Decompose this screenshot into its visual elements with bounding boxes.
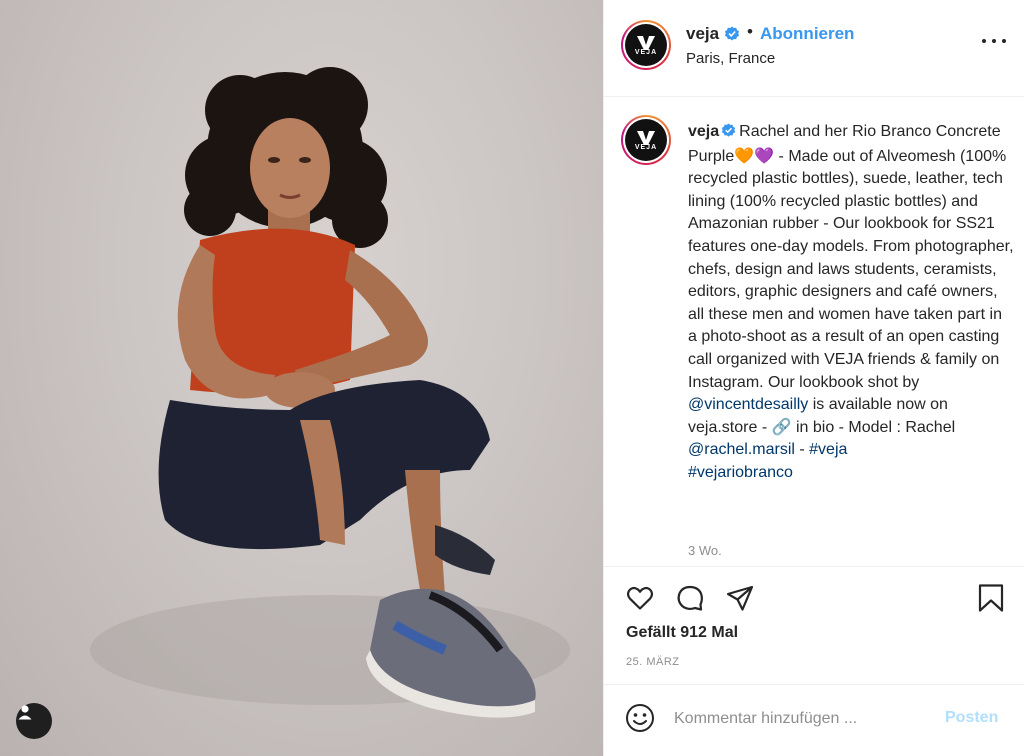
comment-divider bbox=[604, 684, 1024, 685]
link-emoji: 🔗 bbox=[771, 418, 792, 436]
verified-badge-icon bbox=[721, 123, 736, 146]
share-icon[interactable] bbox=[724, 582, 756, 614]
hashtag-link[interactable]: #vejariobranco bbox=[688, 464, 793, 481]
caption-divider bbox=[604, 566, 1024, 567]
post-location[interactable]: Paris, France bbox=[686, 50, 775, 67]
caption-text-5: - bbox=[794, 441, 810, 459]
post-caption: veja Rachel and her Rio Branco Concrete P… bbox=[688, 121, 1014, 485]
heart-icon[interactable] bbox=[624, 582, 656, 614]
post-date[interactable]: 25. MÄRZ bbox=[626, 656, 680, 668]
comment-icon[interactable] bbox=[674, 582, 706, 614]
user-tag-icon[interactable] bbox=[16, 703, 52, 739]
likes-count[interactable]: Gefällt 912 Mal bbox=[626, 624, 738, 642]
post-photo[interactable] bbox=[0, 0, 603, 756]
caption-avatar[interactable]: VEJA bbox=[621, 115, 671, 165]
avatar-logo-text: VEJA bbox=[634, 48, 658, 56]
emoji-icon[interactable] bbox=[624, 702, 656, 734]
caption-text-4: in bio - Model : Rachel bbox=[791, 418, 956, 436]
comment-input[interactable] bbox=[674, 706, 936, 732]
post-comment-button[interactable]: Posten bbox=[945, 709, 998, 727]
caption-timestamp[interactable]: 3 Wo. bbox=[688, 543, 722, 558]
bookmark-icon[interactable] bbox=[975, 582, 1007, 614]
header-avatar[interactable]: VEJA bbox=[621, 20, 671, 70]
mention-link[interactable]: @vincentdesailly bbox=[688, 396, 808, 413]
caption-text-2: - Made out of Alveomesh (100% recycled p… bbox=[688, 147, 1014, 391]
header-separator: • bbox=[747, 22, 753, 41]
verified-badge-icon bbox=[724, 26, 740, 47]
more-options-icon[interactable] bbox=[982, 34, 1006, 48]
caption-emoji: 🧡💜 bbox=[734, 147, 775, 165]
follow-button[interactable]: Abonnieren bbox=[760, 24, 854, 44]
avatar-logo-text: VEJA bbox=[634, 143, 658, 151]
caption-username[interactable]: veja bbox=[688, 123, 719, 140]
mention-link[interactable]: @rachel.marsil bbox=[688, 441, 795, 458]
photo-illustration bbox=[90, 67, 570, 718]
header-username[interactable]: veja bbox=[686, 24, 719, 44]
hashtag-link[interactable]: #veja bbox=[809, 441, 847, 458]
header-divider bbox=[604, 96, 1024, 97]
post-sidebar: VEJA veja • Abonnieren Paris, France VEJ… bbox=[603, 0, 1024, 756]
